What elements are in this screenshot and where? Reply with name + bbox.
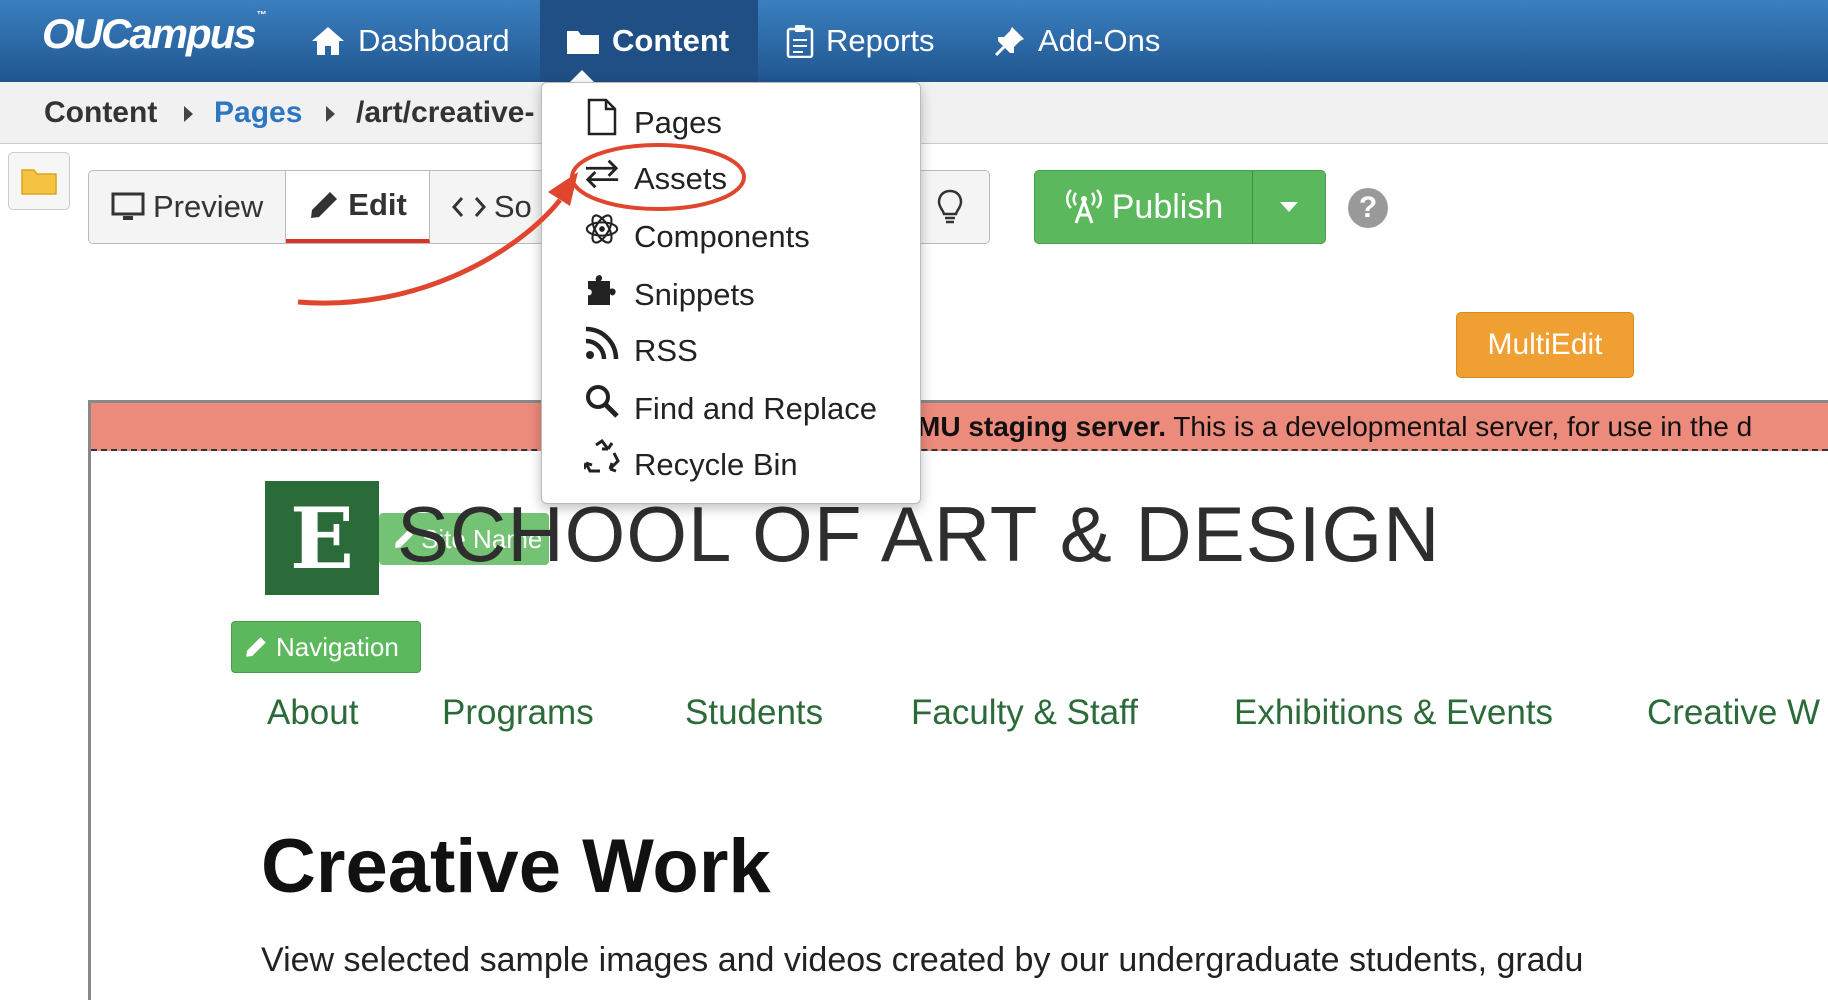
breadcrumb-pages[interactable]: Pages (214, 96, 302, 130)
staging-warning-title: MU staging server. (917, 411, 1166, 442)
publish-button[interactable]: Publish (1035, 171, 1253, 243)
site-nav-students[interactable]: Students (685, 693, 823, 733)
search-icon (584, 381, 620, 421)
preview-label: Preview (153, 189, 264, 224)
pencil-icon (246, 637, 266, 657)
nav-content-label: Content (612, 23, 730, 58)
recycle-icon (584, 437, 620, 477)
page-title: Creative Work (261, 824, 771, 909)
file-browser-button[interactable] (8, 152, 70, 210)
pencil-icon (311, 192, 338, 218)
caret-down-icon (1280, 202, 1298, 212)
source-label: So (493, 189, 532, 224)
clipboard-icon (786, 25, 814, 58)
menu-item-recycle-bin-label: Recycle Bin (634, 447, 798, 482)
staging-warning-text: This is a developmental server, for use … (1165, 411, 1753, 442)
content-dropdown-menu: Pages Assets Components Snippets RSS Fin… (541, 82, 921, 504)
puzzle-icon (584, 269, 620, 309)
lightbulb-icon (937, 189, 963, 224)
nav-dashboard-label: Dashboard (358, 23, 510, 58)
code-icon (451, 197, 486, 217)
nav-reports-label: Reports (826, 23, 935, 58)
site-nav-creative-work[interactable]: Creative W (1647, 693, 1820, 733)
edit-navigation-button[interactable]: Navigation (231, 621, 421, 673)
page-actions-group: Preview Edit So (88, 170, 581, 244)
exchange-icon (584, 153, 620, 193)
logo-letter: E (289, 488, 355, 588)
publish-options-toggle[interactable] (1253, 171, 1325, 243)
top-navbar: OUCampus ™ Dashboard Content Reports Add-… (0, 0, 1828, 82)
oucampus-logo[interactable]: OUCampus ™ (42, 10, 267, 58)
publish-label: Publish (1111, 187, 1224, 226)
nav-addons-label: Add-Ons (1038, 23, 1161, 58)
menu-item-components-label: Components (634, 219, 810, 254)
page-icon (584, 97, 620, 137)
edit-label: Edit (348, 187, 407, 222)
folder-icon (21, 169, 57, 195)
staging-warning-banner: MU staging server. This is a development… (91, 403, 1828, 451)
folder-icon (567, 31, 599, 54)
breadcrumb-separator-icon (184, 106, 193, 122)
pin-icon (994, 27, 1024, 57)
intro-paragraph: View selected sample images and videos c… (261, 941, 1584, 979)
nav-addons[interactable]: Add-Ons (994, 0, 1160, 82)
breadcrumb-separator-icon (326, 106, 335, 122)
edit-button[interactable]: Edit (286, 171, 430, 243)
nav-dashboard[interactable]: Dashboard (310, 0, 510, 82)
menu-item-pages-label: Pages (634, 105, 722, 140)
help-icon: ? (1358, 191, 1378, 224)
menu-item-find-replace-label: Find and Replace (634, 391, 877, 426)
breadcrumb-current: /art/creative- (356, 96, 535, 129)
publish-split-button: Publish (1034, 170, 1326, 244)
multiedit-label: MultiEdit (1487, 328, 1603, 361)
page-preview-frame: MU staging server. This is a development… (88, 400, 1828, 1000)
rss-icon (584, 323, 620, 363)
site-nav-programs[interactable]: Programs (442, 693, 594, 733)
preview-button[interactable]: Preview (89, 171, 287, 243)
menu-item-assets-label: Assets (634, 161, 728, 196)
atom-icon (584, 209, 620, 249)
menu-item-rss-label: RSS (634, 333, 698, 368)
site-nav-about[interactable]: About (267, 693, 358, 733)
university-logo[interactable]: E (265, 481, 379, 595)
site-nav-faculty-staff[interactable]: Faculty & Staff (911, 693, 1138, 733)
navigation-label: Navigation (276, 631, 399, 662)
breadcrumb-content[interactable]: Content (44, 96, 157, 130)
home-icon (312, 27, 344, 55)
tips-button[interactable] (910, 170, 990, 244)
multiedit-button[interactable]: MultiEdit (1456, 312, 1634, 378)
site-nav-exhibitions-events[interactable]: Exhibitions & Events (1234, 693, 1553, 733)
broadcast-tower-icon (1065, 189, 1102, 224)
help-button[interactable]: ? (1348, 188, 1388, 228)
menu-item-snippets-label: Snippets (634, 277, 755, 312)
monitor-icon (111, 192, 145, 220)
nav-reports[interactable]: Reports (786, 0, 935, 82)
